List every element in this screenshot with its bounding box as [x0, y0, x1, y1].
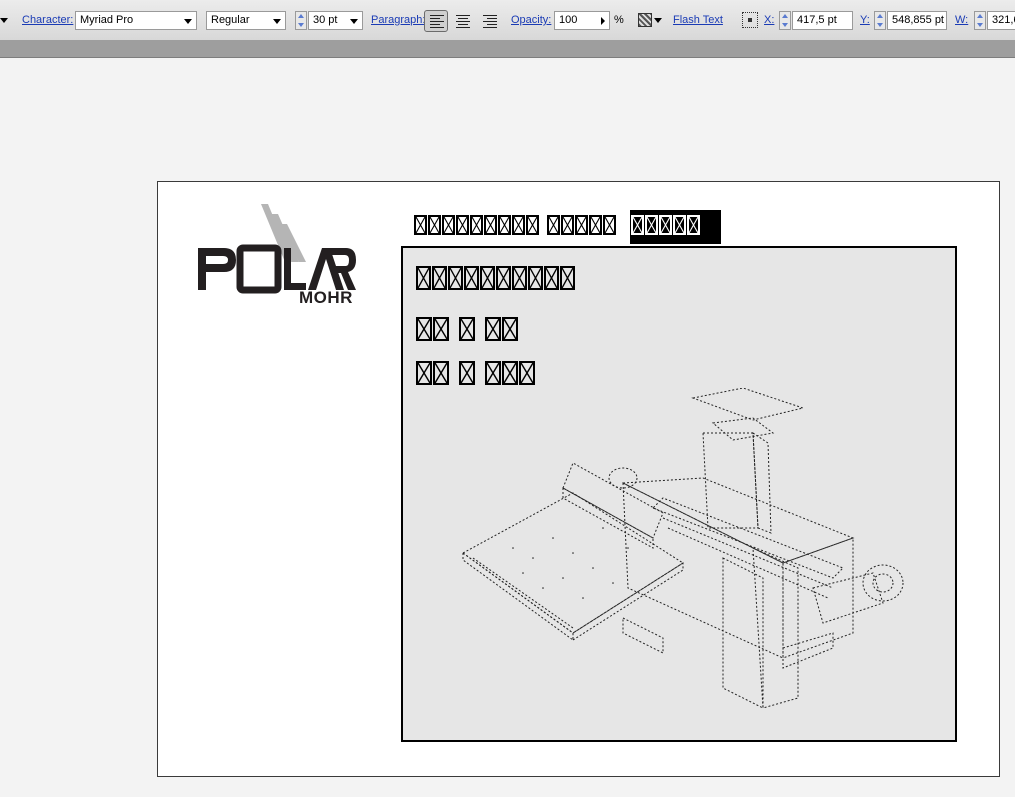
style-swatch-icon[interactable] — [638, 13, 652, 27]
chevron-down-icon[interactable] — [0, 18, 8, 23]
missing-glyph-box — [498, 215, 511, 235]
chevron-down-icon — [184, 19, 192, 24]
font-style-select[interactable]: Regular — [206, 11, 286, 30]
polar-mohr-logo: MOHR — [196, 202, 358, 312]
x-stepper[interactable] — [779, 11, 791, 30]
missing-glyph-box — [428, 215, 441, 235]
missing-glyph-box — [485, 361, 501, 385]
word-space — [450, 317, 458, 341]
missing-glyph-box — [544, 266, 559, 290]
missing-glyph-box — [416, 317, 432, 341]
missing-glyph-box — [512, 266, 527, 290]
y-label[interactable]: Y: — [860, 14, 870, 26]
panel-line-1-text[interactable] — [416, 317, 518, 341]
reference-point-icon[interactable] — [742, 12, 758, 28]
align-right-button[interactable] — [478, 10, 502, 32]
title-text-frame[interactable] — [414, 215, 714, 235]
missing-glyph-box — [561, 215, 574, 235]
word-space — [540, 215, 546, 235]
missing-glyph-box — [528, 266, 543, 290]
missing-glyph-box — [631, 215, 644, 235]
missing-glyph-box — [416, 361, 432, 385]
y-stepper[interactable] — [874, 11, 886, 30]
align-left-button[interactable] — [424, 10, 448, 32]
character-panel-link[interactable]: Character: — [22, 14, 73, 26]
logo-subtitle: MOHR — [299, 288, 353, 307]
document-tab-strip — [0, 40, 1015, 58]
missing-glyph-box — [496, 266, 511, 290]
x-input[interactable]: 417,5 pt — [792, 11, 853, 30]
font-style-value: Regular — [211, 14, 250, 26]
y-value: 548,855 pt — [892, 14, 944, 26]
missing-glyph-box — [603, 215, 616, 235]
align-center-button[interactable] — [451, 10, 475, 32]
opacity-input[interactable]: 100 — [554, 11, 610, 30]
artboard: MOHR — [157, 181, 1000, 777]
w-label[interactable]: W: — [955, 14, 968, 26]
w-value: 321,6 — [992, 14, 1015, 26]
missing-glyph-box — [560, 266, 575, 290]
word-space — [450, 361, 458, 385]
missing-glyph-box — [464, 266, 479, 290]
missing-glyph-box — [659, 215, 672, 235]
font-size-value: 30 pt — [313, 14, 338, 26]
product-panel[interactable] — [401, 246, 957, 742]
missing-glyph-box — [442, 215, 455, 235]
missing-glyph-box — [416, 266, 431, 290]
missing-glyph-box — [485, 317, 501, 341]
missing-glyph-box — [519, 361, 535, 385]
opacity-panel-link[interactable]: Opacity: — [511, 14, 551, 26]
x-label[interactable]: X: — [764, 14, 774, 26]
w-input[interactable]: 321,6 — [987, 11, 1015, 30]
missing-glyph-box — [459, 361, 475, 385]
word-space — [476, 317, 484, 341]
panel-heading-text[interactable] — [416, 266, 575, 290]
chevron-down-icon[interactable] — [654, 18, 662, 23]
missing-glyph-box — [617, 215, 630, 235]
opacity-value: 100 — [559, 14, 578, 26]
missing-glyph-box — [547, 215, 560, 235]
chevron-down-icon — [273, 19, 281, 24]
y-input[interactable]: 548,855 pt — [887, 11, 947, 30]
missing-glyph-box — [575, 215, 588, 235]
font-size-stepper[interactable] — [295, 11, 307, 30]
missing-glyph-box — [502, 361, 518, 385]
missing-glyph-box — [432, 266, 447, 290]
missing-glyph-box — [687, 215, 700, 235]
x-value: 417,5 pt — [797, 14, 837, 26]
font-family-select[interactable]: Myriad Pro — [75, 11, 197, 30]
flash-text-link[interactable]: Flash Text — [673, 14, 723, 26]
missing-glyph-box — [484, 215, 497, 235]
paragraph-panel-link[interactable]: Paragraph: — [371, 14, 425, 26]
cutting-machine-illustration — [462, 388, 904, 708]
missing-glyph-box — [433, 361, 449, 385]
missing-glyph-box — [526, 215, 539, 235]
missing-glyph-box — [448, 266, 463, 290]
missing-glyph-box — [645, 215, 658, 235]
w-stepper[interactable] — [974, 11, 986, 30]
control-bar: Character: Myriad Pro Regular 30 pt Para… — [0, 0, 1015, 41]
caret-right-icon — [601, 17, 605, 25]
word-space — [476, 361, 484, 385]
missing-glyph-box — [512, 215, 525, 235]
missing-glyph-box — [433, 317, 449, 341]
chevron-down-icon — [350, 19, 358, 24]
missing-glyph-box — [456, 215, 469, 235]
font-size-select[interactable]: 30 pt — [308, 11, 363, 30]
missing-glyph-box — [480, 266, 495, 290]
missing-glyph-box — [701, 215, 714, 235]
percent-sign: % — [614, 14, 624, 26]
missing-glyph-box — [459, 317, 475, 341]
font-family-value: Myriad Pro — [80, 14, 134, 26]
missing-glyph-box — [589, 215, 602, 235]
missing-glyph-box — [414, 215, 427, 235]
missing-glyph-box — [470, 215, 483, 235]
missing-glyph-box — [502, 317, 518, 341]
missing-glyph-box — [673, 215, 686, 235]
panel-line-2-text[interactable] — [416, 361, 535, 385]
